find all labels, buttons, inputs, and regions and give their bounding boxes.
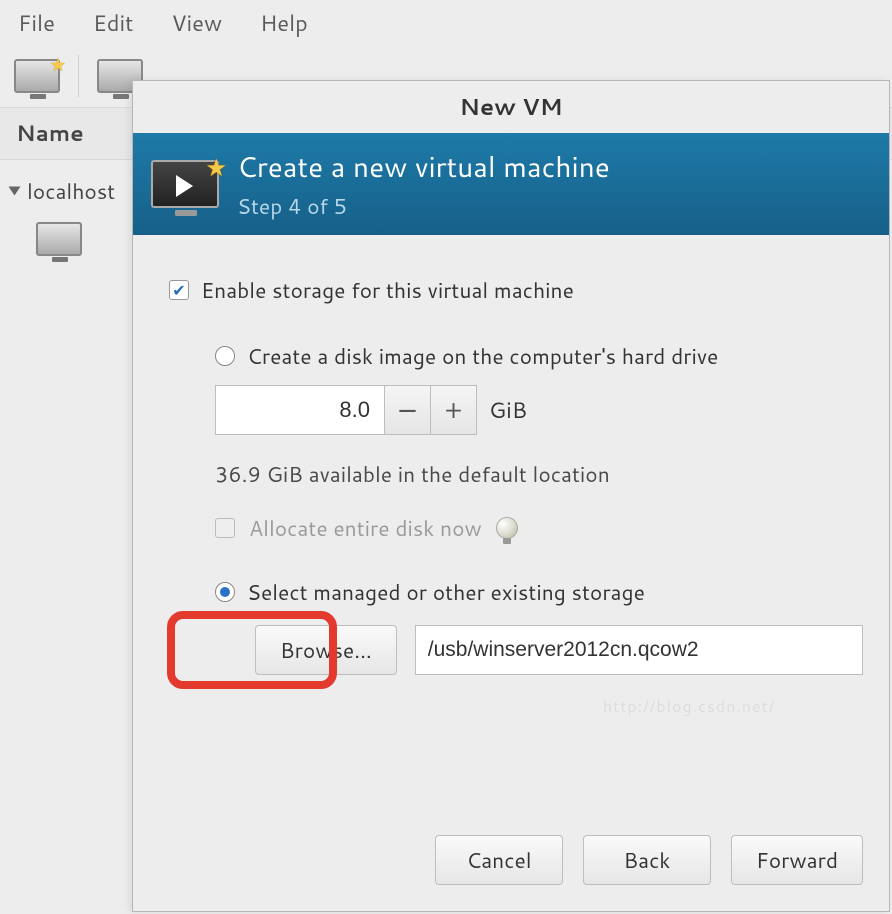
vm-header-icon: ★ bbox=[151, 160, 219, 208]
toolbar-separator bbox=[78, 55, 79, 97]
menubar: File Edit View Help bbox=[0, 0, 892, 49]
dialog-header-title: Create a new virtual machine bbox=[237, 147, 610, 187]
enable-storage-row[interactable]: Enable storage for this virtual machine bbox=[169, 275, 863, 305]
select-existing-radio-row[interactable]: Select managed or other existing storage bbox=[215, 577, 863, 607]
create-disk-label: Create a disk image on the computer's ha… bbox=[247, 341, 718, 371]
monitor-icon bbox=[36, 222, 82, 256]
storage-path-input[interactable] bbox=[415, 625, 863, 675]
watermark-text: http://blog.csdn.net/ bbox=[603, 695, 775, 718]
menu-edit[interactable]: Edit bbox=[93, 8, 134, 39]
new-vm-toolbar-button[interactable] bbox=[14, 59, 60, 93]
enable-storage-checkbox[interactable] bbox=[169, 280, 189, 300]
column-name: Name bbox=[16, 118, 84, 149]
disk-size-spinner: − + GiB bbox=[215, 385, 863, 435]
available-space-hint: 36.9 GiB available in the default locati… bbox=[215, 459, 863, 489]
back-button[interactable]: Back bbox=[583, 835, 711, 885]
new-vm-dialog: New VM ★ Create a new virtual machine St… bbox=[132, 80, 890, 912]
allocate-entire-disk-checkbox bbox=[215, 518, 235, 538]
browse-button[interactable]: Browse... bbox=[255, 625, 397, 675]
dialog-titlebar: New VM bbox=[133, 81, 889, 133]
menu-view[interactable]: View bbox=[171, 8, 222, 39]
forward-button[interactable]: Forward bbox=[731, 835, 863, 885]
dialog-header: ★ Create a new virtual machine Step 4 of… bbox=[133, 133, 889, 235]
browse-row: Browse... bbox=[255, 625, 863, 675]
cancel-button[interactable]: Cancel bbox=[435, 835, 563, 885]
connection-name: localhost bbox=[27, 176, 115, 206]
enable-storage-label: Enable storage for this virtual machine bbox=[201, 275, 574, 305]
disk-size-input[interactable] bbox=[215, 385, 385, 435]
dialog-title: New VM bbox=[459, 91, 562, 123]
disk-size-unit: GiB bbox=[489, 395, 527, 426]
menu-help[interactable]: Help bbox=[260, 8, 308, 39]
expand-icon bbox=[9, 187, 21, 196]
select-existing-label: Select managed or other existing storage bbox=[247, 577, 645, 607]
select-existing-radio[interactable] bbox=[215, 582, 235, 602]
create-disk-radio[interactable] bbox=[215, 346, 235, 366]
dialog-body: Enable storage for this virtual machine … bbox=[133, 235, 889, 815]
allocate-row: Allocate entire disk now bbox=[215, 513, 863, 543]
dialog-footer: Cancel Back Forward bbox=[133, 815, 889, 911]
disk-size-increment[interactable]: + bbox=[431, 385, 477, 435]
menu-file[interactable]: File bbox=[18, 8, 55, 39]
disk-size-decrement[interactable]: − bbox=[385, 385, 431, 435]
allocate-label: Allocate entire disk now bbox=[249, 513, 482, 543]
dialog-step: Step 4 of 5 bbox=[237, 191, 610, 221]
lightbulb-icon[interactable] bbox=[496, 517, 518, 539]
create-disk-radio-row[interactable]: Create a disk image on the computer's ha… bbox=[215, 341, 863, 371]
